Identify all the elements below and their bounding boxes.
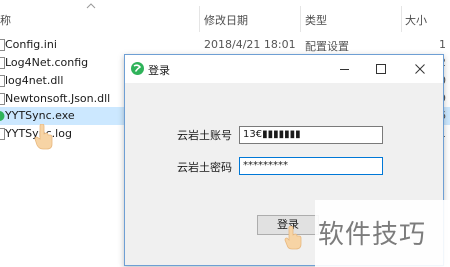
password-input[interactable]: ********* [239,157,383,175]
sort-ascending-icon [86,3,96,9]
minimize-button[interactable] [327,55,363,83]
password-label: 云岩土密码 [177,161,232,174]
dialog-title: 登录 [148,64,170,77]
watermark-text: 软件技巧 [318,220,427,250]
file-modified: 2018/4/21 18:01 [204,38,296,51]
dialog-titlebar[interactable]: 登录 [125,55,443,83]
file-row[interactable]: Config.ini 2018/4/21 18:01 配置设置 1 [0,36,450,54]
column-divider[interactable] [401,6,402,32]
file-name: YYTSync.exe [5,109,75,122]
account-input[interactable]: 13€▮▮▮▮▮▮▮ [239,126,383,144]
account-label: 云岩土账号 [177,129,232,142]
file-name: Newtonsoft.Json.dll [5,92,111,105]
file-name: log4net.dll [5,74,64,87]
file-size: 1 [439,38,446,51]
column-divider[interactable] [300,6,301,32]
column-modified-header[interactable]: 修改日期 [204,12,248,28]
file-name: Config.ini [5,38,57,51]
column-divider[interactable] [199,6,200,32]
close-icon [415,64,425,74]
file-type: 配置设置 [305,40,349,53]
hand-cursor-icon [284,226,302,250]
column-header-bar: 称 修改日期 类型 大小 [0,0,450,34]
column-size-header[interactable]: 大小 [405,12,427,28]
column-name-header[interactable]: 称 [0,12,11,28]
maximize-button[interactable] [363,55,399,83]
file-name: Log4Net.config [5,56,89,69]
close-button[interactable] [402,55,438,83]
column-type-header[interactable]: 类型 [305,12,327,28]
hand-cursor-icon [34,124,53,150]
app-logo-icon [131,62,144,75]
